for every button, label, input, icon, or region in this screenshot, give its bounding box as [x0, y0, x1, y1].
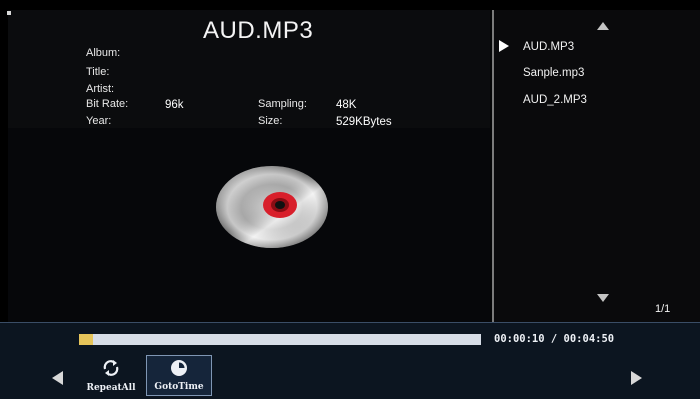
clock-icon	[171, 360, 187, 376]
progress-track[interactable]	[79, 334, 481, 345]
control-bar-border	[0, 322, 700, 323]
title-label: Title:	[86, 66, 110, 78]
sampling-label: Sampling:	[258, 98, 307, 110]
repeat-icon	[103, 360, 119, 376]
playlist-item[interactable]: Sanple.mp3	[523, 66, 584, 80]
goto-time-label: GotoTime	[154, 382, 204, 392]
time-display: 00:00:10 / 00:04:50	[494, 333, 615, 345]
playlist-panel	[494, 10, 700, 322]
triangle-left-icon[interactable]	[52, 371, 63, 385]
scroll-down-icon[interactable]	[597, 294, 609, 302]
repeat-all-label: RepeatAll	[86, 383, 136, 393]
bitrate-label: Bit Rate:	[86, 98, 129, 110]
sampling-value: 48K	[336, 99, 357, 111]
track-title: AUD.MP3	[203, 17, 314, 44]
bitrate-value: 96k	[165, 99, 184, 111]
triangle-right-icon[interactable]	[631, 371, 642, 385]
selection-cursor-icon	[499, 40, 509, 52]
artist-label: Artist:	[86, 83, 115, 95]
album-label: Album:	[86, 47, 121, 59]
goto-time-button[interactable]: GotoTime	[146, 355, 212, 396]
scroll-up-icon[interactable]	[597, 22, 609, 30]
page-indicator: 1/1	[655, 303, 671, 315]
playlist-item[interactable]: AUD_2.MP3	[523, 93, 587, 107]
size-label: Size:	[258, 115, 283, 127]
corner-indicator	[7, 11, 11, 15]
playlist-item[interactable]: AUD.MP3	[523, 40, 574, 54]
year-label: Year:	[86, 115, 112, 127]
progress-fill	[79, 334, 93, 345]
size-value: 529KBytes	[336, 116, 392, 128]
cd-disc-icon	[216, 166, 328, 248]
repeat-all-button[interactable]: RepeatAll	[81, 355, 141, 396]
